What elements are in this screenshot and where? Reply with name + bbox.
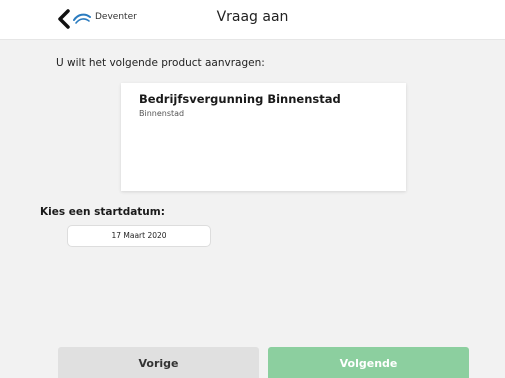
intro-text: U wilt het volgende product aanvragen: — [56, 57, 265, 69]
page-title: Vraag aan — [216, 9, 289, 25]
next-button[interactable]: Volgende — [268, 347, 469, 378]
product-subtitle: Binnenstad — [139, 109, 185, 118]
app-screen: Deventer Vraag aan U wilt het volgende p… — [0, 0, 505, 378]
product-name: Bedrijfsvergunning Binnenstad — [139, 92, 341, 106]
start-date-label: Kies een startdatum: — [40, 206, 165, 218]
product-card: Bedrijfsvergunning Binnenstad Binnenstad — [121, 83, 406, 191]
previous-button[interactable]: Vorige — [58, 347, 259, 378]
header-bar: Deventer Vraag aan — [0, 0, 505, 40]
start-date-field[interactable]: 17 Maart 2020 — [67, 225, 211, 247]
